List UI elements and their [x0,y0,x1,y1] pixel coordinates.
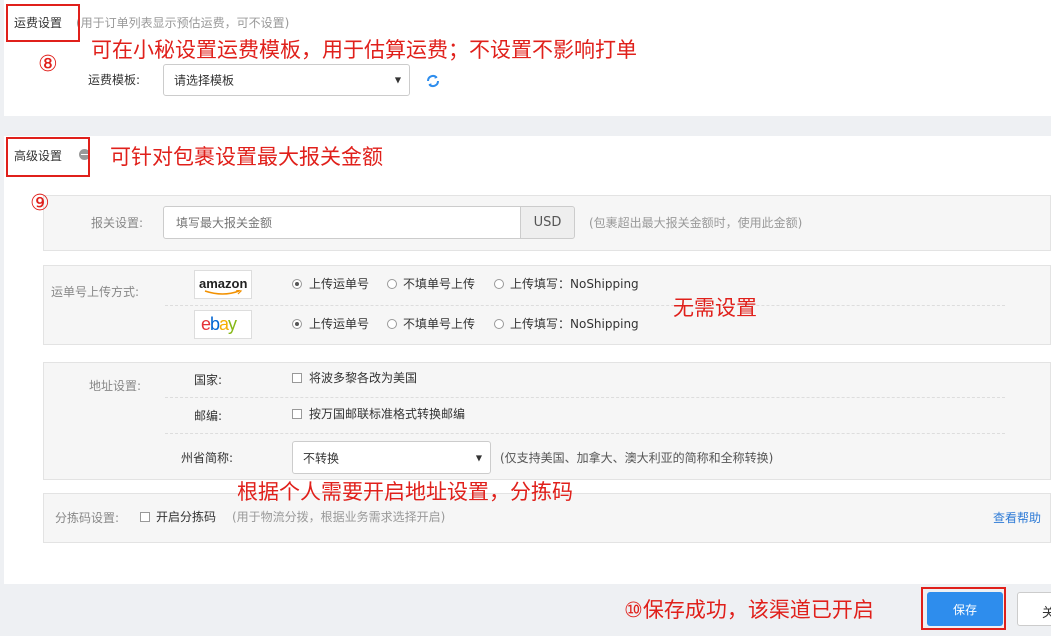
shipping-template-value: 请选择模板 [174,73,235,88]
annotation-8-number: ⑧ [38,52,58,77]
amazon-logo-text: amazon [199,276,248,291]
state-abbrev-value: 不转换 [303,451,340,465]
ebay-option-upload-tracking: 上传运单号 [309,317,370,331]
chevron-down-icon: ▼ [475,453,482,462]
country-checkbox[interactable] [292,373,302,383]
customs-label: 报关设置: [91,216,144,230]
sorting-code-label: 分拣码设置: [55,511,120,525]
ebay-logo-text: ebay [201,314,237,334]
annotation-10-text: ⑩保存成功，该渠道已开启 [624,598,874,622]
country-option: 将波多黎各改为美国 [309,371,418,385]
country-label: 国家: [194,373,223,387]
tracking-divider [165,305,1005,306]
save-button-highlight [921,587,1006,630]
address-divider-2 [165,433,1005,434]
currency-label: USD [533,215,562,230]
amazon-radio-no-tracking[interactable] [387,279,397,289]
help-link[interactable]: 查看帮助 [993,512,1041,524]
close-button[interactable]: 关 [1017,592,1051,626]
ebay-logo: ebay [194,310,252,339]
amazon-option-upload-tracking: 上传运单号 [309,277,370,291]
ebay-radio-noshipping[interactable] [494,319,504,329]
state-abbrev-select[interactable]: 不转换 ▼ [292,441,491,474]
ebay-option-no-tracking: 不填单号上传 [403,317,476,331]
annotation-8-text: 可在小秘设置运费模板，用于估算运费；不设置不影响打单 [91,38,637,62]
shipping-fee-hint: (用于订单列表显示预估运费，可不设置) [76,16,290,30]
shipping-fee-highlight [6,4,80,42]
zip-checkbox[interactable] [292,409,302,419]
zip-option: 按万国邮联标准格式转换邮编 [309,407,466,421]
shipping-template-label: 运费模板: [88,73,141,87]
state-label: 州省简称: [181,451,234,465]
ebay-option-noshipping: 上传填写：NoShipping [510,317,639,331]
address-label: 地址设置: [89,379,142,393]
ebay-radio-upload-tracking[interactable] [292,319,302,329]
ebay-radio-no-tracking[interactable] [387,319,397,329]
annotation-address-note: 根据个人需要开启地址设置，分拣码 [237,480,573,504]
address-divider-1 [165,397,1005,398]
sorting-code-option: 开启分拣码 [156,510,217,524]
amazon-option-no-tracking: 不填单号上传 [403,277,476,291]
sorting-code-hint: (用于物流分拨，根据业务需求选择开启) [232,510,446,524]
shipping-template-select[interactable]: 请选择模板 ▼ [163,64,410,96]
amazon-radio-noshipping[interactable] [494,279,504,289]
customs-amount-input[interactable] [163,206,521,239]
amazon-radio-upload-tracking[interactable] [292,279,302,289]
zip-label: 邮编: [194,409,223,423]
amazon-logo: amazon [194,270,252,299]
annotation-no-need: 无需设置 [673,296,757,320]
tracking-upload-label: 运单号上传方式: [51,285,140,299]
close-button-label: 关 [1042,606,1051,621]
sorting-code-checkbox[interactable] [140,512,150,522]
chevron-down-icon: ▼ [394,75,401,85]
currency-addon: USD [520,206,575,239]
amazon-option-noshipping: 上传填写：NoShipping [510,277,639,291]
advanced-settings-highlight [6,137,90,177]
customs-hint: (包裹超出最大报关金额时，使用此金额) [589,216,803,230]
annotation-9-number: ⑨ [30,191,50,216]
refresh-icon[interactable] [425,73,441,89]
annotation-9-text: 可针对包裹设置最大报关金额 [110,145,383,169]
state-abbrev-hint: (仅支持美国、加拿大、澳大利亚的简称和全称转换) [500,451,774,465]
